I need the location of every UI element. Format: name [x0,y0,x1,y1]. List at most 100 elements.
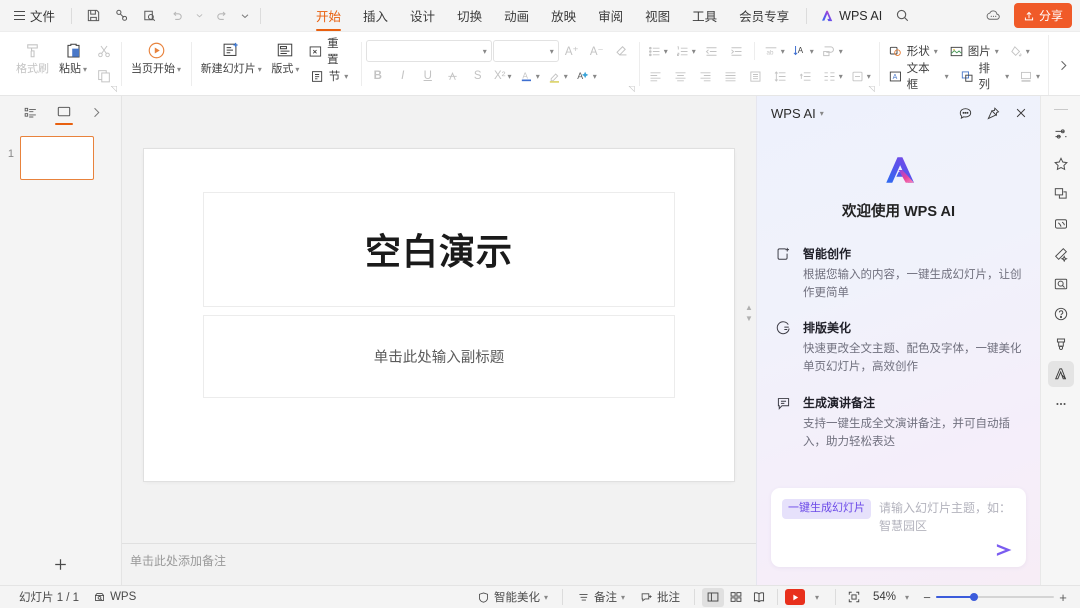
list-item[interactable]: 1 [0,136,115,180]
fit-to-window-button[interactable] [843,588,865,607]
paragraph-spacing-button[interactable] [794,64,818,88]
tab-qiehuan[interactable]: 切换 [446,0,493,32]
file-menu-button[interactable]: 文件 [8,3,63,28]
strikethrough-button[interactable] [441,64,465,88]
cloud-sync-icon[interactable] [982,5,1006,27]
convert-smartart-button[interactable]: ▾ [818,39,846,63]
bullets-button[interactable]: ▾ [644,39,671,63]
skill-icon[interactable] [1048,331,1074,357]
align-text-button[interactable]: A ▾ [789,39,817,63]
wps-account-item[interactable]: WPS [86,589,143,606]
section-button[interactable]: 节 ▾ [304,64,355,88]
text-shadow-button[interactable]: S [466,64,490,88]
scroll-down-icon[interactable]: ▼ [745,314,753,323]
tab-donghua[interactable]: 动画 [493,0,540,32]
comment-button[interactable]: 批注 [633,587,687,607]
wps-ai-rail-icon[interactable] [1047,361,1074,387]
numbering-button[interactable]: ▾ [672,39,699,63]
font-expand-icon[interactable]: ◹ [629,84,635,93]
start-presentation-button[interactable] [785,589,805,605]
view-sorter-button[interactable] [725,588,747,607]
reset-button[interactable]: 重置 [304,38,355,66]
format-painter-button[interactable]: 格式刷 [11,35,54,78]
help-icon[interactable] [1048,301,1074,327]
tab-charu[interactable]: 插入 [352,0,399,32]
share-button[interactable]: 分享 [1013,3,1072,28]
notes-pane[interactable]: 单击此处添加备注 [122,543,756,585]
notes-toggle-button[interactable]: 备注 ▾ [570,587,632,607]
title-placeholder[interactable]: 空白演示 [203,191,675,307]
font-size-input[interactable]: ▾ [492,40,559,62]
slide-thumbnail-1[interactable] [20,136,94,180]
font-color-button[interactable]: A ▾ [516,64,543,88]
send-button[interactable] [993,541,1015,559]
fill-button[interactable]: ▾ [1006,39,1033,63]
collapse-panel-button[interactable] [90,106,103,119]
image-search-icon[interactable] [1048,271,1074,297]
grow-font-button[interactable]: A⁺ [560,39,584,63]
superscript-button[interactable]: X² ▾ [491,64,515,88]
ai-feature-beautify[interactable]: 排版美化 快速更改全文主题、配色及字体，一键美化单页幻灯片，高效创作 [775,319,1022,376]
view-reading-button[interactable] [748,588,770,607]
generate-slides-chip[interactable]: 一键生成幻灯片 [782,499,871,519]
beautify-button[interactable]: 智能美化 ▾ [470,587,555,607]
canvas-scroll-controls[interactable]: ▲ ▼ [744,96,754,529]
tab-shitu[interactable]: 视图 [634,0,681,32]
outline-button[interactable]: ▾ [1016,64,1043,88]
text-effect-button[interactable]: A ▾ [572,64,600,88]
paragraph-expand-icon[interactable]: ◹ [869,84,875,93]
search-icon[interactable] [889,5,915,27]
notes-splitter[interactable] [122,529,756,543]
wps-ai-button[interactable]: WPS AI [813,6,889,26]
presentation-options-button[interactable]: ▾ [806,588,828,607]
distribute-button[interactable] [744,64,768,88]
start-from-current-button[interactable]: 当页开始 ▾ [126,35,186,78]
tab-kaishi[interactable]: 开始 [305,0,352,32]
splitter-handle[interactable] [426,529,452,532]
slide-canvas[interactable]: 空白演示 单击此处输入副标题 [144,148,734,481]
slide-view-tab[interactable] [52,101,76,125]
cut-button[interactable] [92,39,116,63]
save-icon[interactable] [80,5,106,27]
zoom-level-label[interactable]: 54% [868,591,896,603]
align-right-button[interactable] [694,64,718,88]
paste-button[interactable]: 粘贴 ▾ [54,35,92,78]
tab-huiyuanzhuanxiang[interactable]: 会员专享 [728,0,800,32]
zoom-out-button[interactable]: − [918,590,936,605]
layout-button[interactable]: 版式 ▾ [266,35,304,78]
align-left-button[interactable] [644,64,668,88]
shrink-font-button[interactable]: A⁻ [585,39,609,63]
print-preview-icon[interactable] [136,5,162,27]
ai-prompt-box[interactable]: 一键生成幻灯片 请输入幻灯片主题，如：智慧园区 [771,488,1026,567]
subtitle-placeholder[interactable]: 单击此处输入副标题 [203,314,675,398]
add-slide-button[interactable] [48,551,74,577]
output-pdf-icon[interactable] [108,5,134,27]
ribbon-more-button[interactable] [1048,35,1078,95]
line-spacing-button[interactable] [769,64,793,88]
close-icon[interactable] [1012,104,1030,122]
undo-icon[interactable] [164,5,190,27]
font-name-input[interactable]: ▾ [365,40,492,62]
clear-format-button[interactable] [610,39,634,63]
new-slide-button[interactable]: 新建幻灯片 ▾ [196,35,266,78]
tab-sheji[interactable]: 设计 [399,0,446,32]
view-normal-button[interactable] [702,587,724,607]
arrange-button[interactable]: 排列 ▾ [956,63,1016,91]
zoom-dropdown-button[interactable]: ▾ [896,588,918,607]
undo-dropdown-icon[interactable] [192,5,207,27]
justify-button[interactable] [719,64,743,88]
textbox-button[interactable]: A 文本框 ▾ [884,63,955,91]
zoom-in-button[interactable]: + [1054,590,1072,605]
tab-gongju[interactable]: 工具 [681,0,728,32]
italic-button[interactable]: I [391,64,415,88]
underline-button[interactable]: U [416,64,440,88]
zoom-slider-track[interactable] [936,593,1054,601]
scroll-up-icon[interactable]: ▲ [745,303,753,312]
template-icon[interactable] [1048,211,1074,237]
text-direction-button[interactable]: ab ▾ [760,39,788,63]
decrease-indent-button[interactable] [700,39,724,63]
align-center-button[interactable] [669,64,693,88]
pin-icon[interactable] [984,104,1002,122]
ai-feature-speaker-notes[interactable]: 生成演讲备注 支持一键生成全文演讲备注，并可自动插入，助力轻松表达 [775,394,1022,451]
more-icon[interactable] [1048,391,1074,417]
